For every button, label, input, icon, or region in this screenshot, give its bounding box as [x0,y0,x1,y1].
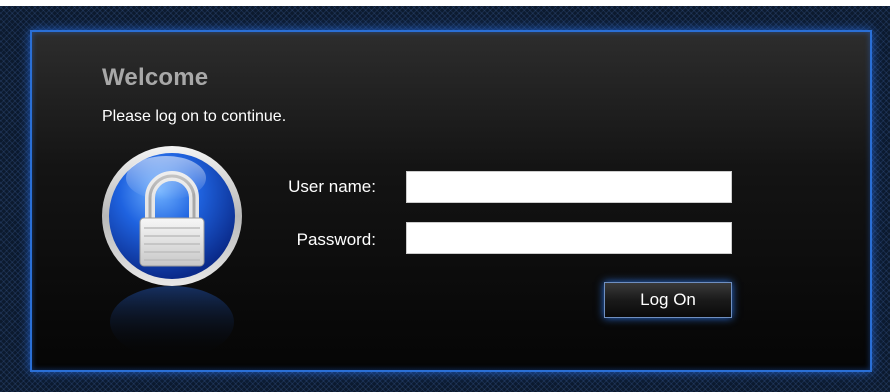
username-input[interactable] [406,171,732,203]
welcome-title: Welcome [102,64,209,91]
log-on-button[interactable]: Log On [604,282,732,318]
lock-icon [102,146,242,358]
login-panel: Welcome Please log on to continue. User … [30,30,872,372]
password-label: Password: [296,230,376,249]
username-label: User name: [288,177,376,196]
top-border [0,0,890,6]
password-input[interactable] [406,222,732,254]
logon-instructions: Please log on to continue. [102,108,287,125]
